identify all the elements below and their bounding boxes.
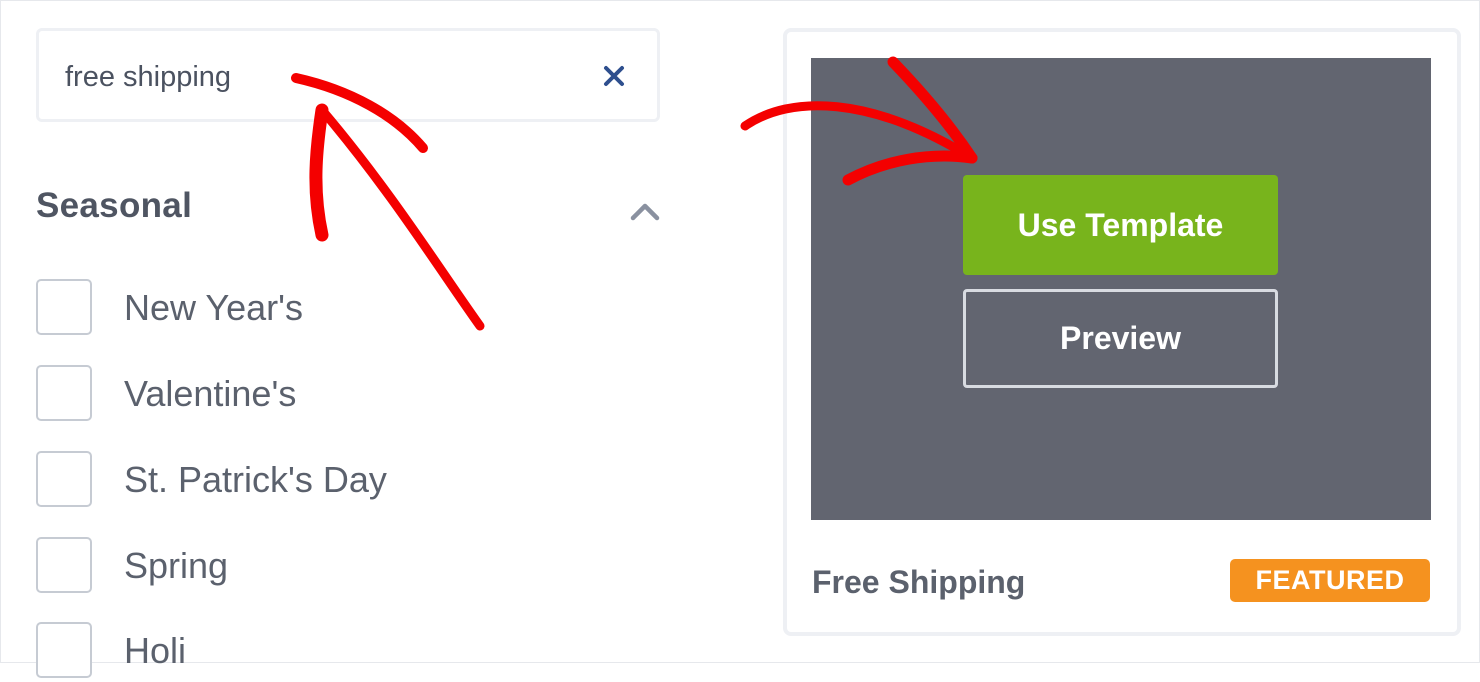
close-icon[interactable] [599, 61, 629, 91]
template-thumbnail: Use Template Preview [811, 58, 1431, 520]
checkbox[interactable] [36, 365, 92, 421]
search-box [36, 28, 660, 122]
category-item-new-years[interactable]: New Year's [36, 279, 636, 339]
checkbox[interactable] [36, 279, 92, 335]
use-template-button[interactable]: Use Template [963, 175, 1278, 275]
category-label: Spring [124, 545, 229, 586]
category-item-valentines[interactable]: Valentine's [36, 365, 636, 425]
checkbox[interactable] [36, 537, 92, 593]
section-title-seasonal: Seasonal [36, 186, 193, 225]
search-input[interactable] [65, 57, 585, 97]
category-label: New Year's [124, 287, 303, 328]
preview-button[interactable]: Preview [963, 289, 1278, 388]
category-label: Valentine's [124, 373, 297, 414]
category-item-holi[interactable]: Holi [36, 622, 636, 682]
featured-badge: FEATURED [1230, 559, 1430, 602]
category-item-st-patricks-day[interactable]: St. Patrick's Day [36, 451, 636, 511]
checkbox[interactable] [36, 451, 92, 507]
category-label: St. Patrick's Day [124, 459, 387, 500]
checkbox[interactable] [36, 622, 92, 678]
category-item-spring[interactable]: Spring [36, 537, 636, 597]
template-name: Free Shipping [812, 564, 1026, 600]
chevron-up-icon[interactable] [628, 196, 662, 226]
category-label: Holi [124, 630, 187, 671]
template-card: Use Template Preview Free Shipping FEATU… [783, 28, 1461, 636]
